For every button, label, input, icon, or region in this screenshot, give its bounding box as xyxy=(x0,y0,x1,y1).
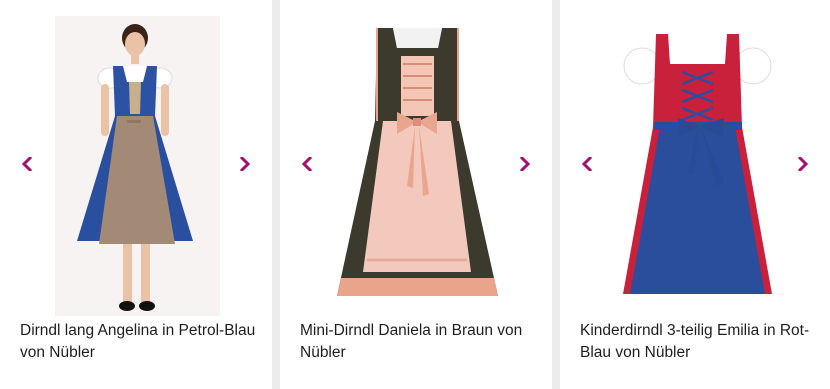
chevron-right-icon xyxy=(239,157,251,171)
product-image-carousel xyxy=(280,0,552,310)
chevron-right-icon xyxy=(519,157,531,171)
product-card[interactable]: Kinderdirndl 3-teilig Emilia in Rot-Blau… xyxy=(560,0,830,389)
chevron-left-icon xyxy=(581,157,593,171)
carousel-next-button[interactable] xyxy=(233,152,257,176)
carousel-next-button[interactable] xyxy=(513,152,537,176)
chevron-right-icon xyxy=(797,157,809,171)
product-title[interactable]: Dirndl lang Angelina in Petrol-Blau von … xyxy=(20,320,262,364)
product-title[interactable]: Kinderdirndl 3-teilig Emilia in Rot-Blau… xyxy=(580,320,820,364)
carousel-next-button[interactable] xyxy=(791,152,815,176)
carousel-prev-button[interactable] xyxy=(15,152,39,176)
product-image[interactable] xyxy=(620,32,775,300)
chevron-left-icon xyxy=(301,157,313,171)
product-image-carousel xyxy=(0,0,272,316)
product-card[interactable]: Mini-Dirndl Daniela in Braun von Nübler xyxy=(280,0,552,389)
carousel-prev-button[interactable] xyxy=(575,152,599,176)
product-image-carousel xyxy=(560,0,830,310)
chevron-left-icon xyxy=(21,157,33,171)
carousel-prev-button[interactable] xyxy=(295,152,319,176)
product-image[interactable] xyxy=(55,16,220,316)
product-card[interactable]: Dirndl lang Angelina in Petrol-Blau von … xyxy=(0,0,272,389)
product-image[interactable] xyxy=(335,26,500,308)
product-title[interactable]: Mini-Dirndl Daniela in Braun von Nübler xyxy=(300,320,542,364)
